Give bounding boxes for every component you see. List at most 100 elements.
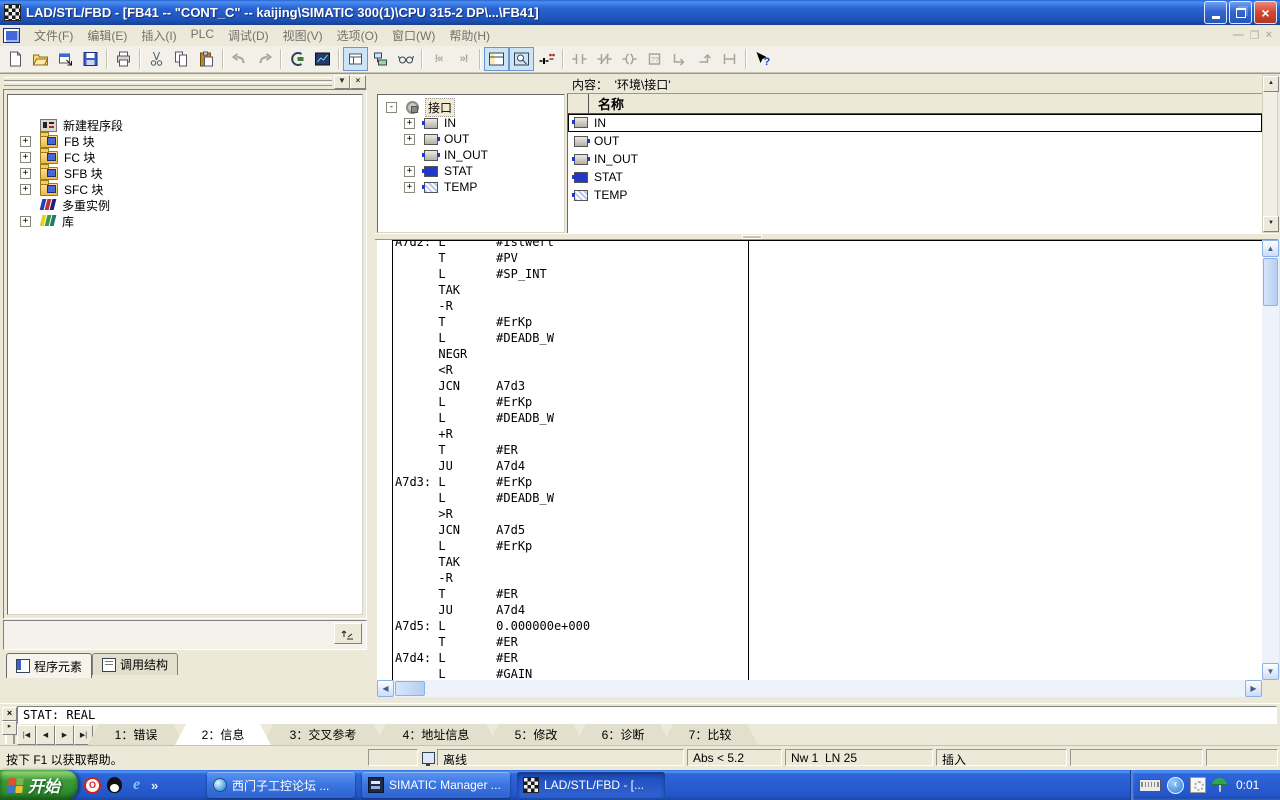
menu-item[interactable]: 窗口(W) <box>385 25 442 46</box>
message-tab[interactable]: 7：比较 <box>662 724 758 745</box>
panel-close-button[interactable]: × <box>350 75 366 89</box>
coil-button[interactable] <box>617 47 642 71</box>
save-button[interactable] <box>78 47 103 71</box>
monitor-glasses-button[interactable] <box>393 47 418 71</box>
expander-icon[interactable]: + <box>20 136 31 147</box>
tree-item[interactable]: +IN <box>378 115 564 131</box>
code-horizontal-scrollbar[interactable]: ◀ ▶ <box>377 680 1262 697</box>
vertical-scroll-thumb[interactable] <box>1263 258 1278 306</box>
restore-button[interactable] <box>1229 1 1252 24</box>
insert-network-element-button[interactable] <box>717 47 742 71</box>
tree-item[interactable]: IN_OUT <box>378 147 564 163</box>
declaration-view-toggle[interactable] <box>484 47 509 71</box>
hide-icons-chevron[interactable]: ‹ <box>1167 777 1184 794</box>
tray-app-icon[interactable] <box>1190 777 1206 793</box>
qq-icon[interactable] <box>107 777 122 793</box>
open-button[interactable] <box>28 47 53 71</box>
expander-icon[interactable]: + <box>20 152 31 163</box>
code-vertical-scrollbar[interactable]: ▲ ▼ <box>1262 240 1279 680</box>
scroll-left-icon[interactable]: ◀ <box>377 680 394 697</box>
expander-icon[interactable]: + <box>20 216 31 227</box>
symbol-view-toggle[interactable] <box>343 47 368 71</box>
stl-code-editor[interactable]: A7d2: L #Istwert T #PV L #SP_INT TAK -R … <box>377 240 1262 680</box>
expander-icon[interactable]: - <box>386 102 397 113</box>
expander-icon[interactable]: + <box>20 184 31 195</box>
quick-launch-overflow-chevron[interactable]: » <box>151 778 158 793</box>
new-button[interactable] <box>3 47 28 71</box>
mdi-close-icon[interactable]: × <box>1266 29 1272 42</box>
message-tab[interactable]: 5：修改 <box>488 724 584 745</box>
menu-item[interactable]: 视图(V) <box>276 25 330 46</box>
expander-icon[interactable]: + <box>20 168 31 179</box>
opera-icon[interactable]: O <box>84 777 101 794</box>
next-tab-icon[interactable]: ▶ <box>55 725 74 745</box>
keyboard-layout-icon[interactable] <box>1139 779 1161 792</box>
declaration-scrollbar[interactable]: ▲ ▼ <box>1262 75 1278 233</box>
menu-item[interactable]: PLC <box>184 25 221 46</box>
undo-button[interactable] <box>227 47 252 71</box>
scroll-up-icon[interactable]: ▲ <box>1263 76 1279 92</box>
declaration-row[interactable]: IN_OUT <box>568 150 1262 168</box>
context-help-button[interactable]: ? <box>750 47 775 71</box>
panel-menu-button[interactable]: ▼ <box>334 75 350 89</box>
declaration-row[interactable]: IN <box>568 114 1262 132</box>
close-branch-button[interactable] <box>692 47 717 71</box>
tab-call-structure[interactable]: 调用结构 <box>92 653 178 675</box>
message-tab[interactable]: 4：地址信息 <box>375 724 497 745</box>
tab-program-elements[interactable]: 程序元素 <box>6 653 92 678</box>
menu-item[interactable]: 选项(O) <box>330 25 385 46</box>
previous-tab-icon[interactable]: ◀ <box>36 725 55 745</box>
mdi-restore-icon[interactable]: ❐ <box>1250 29 1260 42</box>
open-block-button[interactable] <box>53 47 78 71</box>
horizontal-splitter[interactable] <box>375 233 1278 240</box>
open-branch-button[interactable] <box>667 47 692 71</box>
first-tab-icon[interactable]: |◀ <box>17 725 36 745</box>
message-tab[interactable]: 2：信息 <box>175 724 271 745</box>
cut-button[interactable] <box>144 47 169 71</box>
print-button[interactable] <box>111 47 136 71</box>
message-tab[interactable]: 1：错误 <box>88 724 184 745</box>
empty-box-button[interactable]: ?? <box>642 47 667 71</box>
message-panel-grip[interactable] <box>5 735 15 744</box>
contact-no-button[interactable] <box>567 47 592 71</box>
tree-item[interactable]: +库 <box>8 213 362 229</box>
antivirus-umbrella-icon[interactable] <box>1212 778 1228 792</box>
menu-item[interactable]: 插入(I) <box>134 25 183 46</box>
tree-item[interactable]: +FC 块 <box>8 149 362 165</box>
message-panel-close-button[interactable]: × <box>2 707 17 721</box>
close-button[interactable]: × <box>1254 1 1277 24</box>
goto-next-error-button[interactable]: »! <box>451 47 476 71</box>
expander-icon[interactable]: + <box>404 182 415 193</box>
menu-item[interactable]: 调试(D) <box>221 25 276 46</box>
internet-explorer-icon[interactable]: e <box>128 777 145 794</box>
redo-button[interactable] <box>252 47 277 71</box>
menu-item[interactable]: 文件(F) <box>27 25 80 46</box>
taskbar-window-button[interactable]: LAD/STL/FBD - [... <box>517 772 665 798</box>
minimize-button[interactable] <box>1204 1 1227 24</box>
taskbar-window-button[interactable]: SIMATIC Manager ... <box>362 772 510 798</box>
declaration-row[interactable]: TEMP <box>568 186 1262 204</box>
expander-icon[interactable]: + <box>404 166 415 177</box>
paste-button[interactable] <box>194 47 219 71</box>
scroll-down-icon[interactable]: ▼ <box>1263 216 1279 232</box>
tree-item[interactable]: +STAT <box>378 163 564 179</box>
scroll-down-icon[interactable]: ▼ <box>1262 663 1279 680</box>
tree-item-interface[interactable]: - 接口 <box>378 99 564 115</box>
tree-item[interactable]: +FB 块 <box>8 133 362 149</box>
mdi-minimize-icon[interactable]: — <box>1233 29 1244 42</box>
declaration-row[interactable]: OUT <box>568 132 1262 150</box>
monitor-button[interactable] <box>310 47 335 71</box>
tree-item[interactable]: 多重实例 <box>8 197 362 213</box>
copy-button[interactable] <box>169 47 194 71</box>
menu-item[interactable]: 编辑(E) <box>80 25 134 46</box>
panel-grip[interactable]: ▼ × <box>2 75 368 88</box>
scroll-up-icon[interactable]: ▲ <box>1262 240 1279 257</box>
expander-icon[interactable]: + <box>404 118 415 129</box>
address-info-button[interactable] <box>368 47 393 71</box>
tree-item[interactable]: +TEMP <box>378 179 564 195</box>
new-network-button[interactable] <box>534 47 559 71</box>
message-tab[interactable]: 6：诊断 <box>575 724 671 745</box>
start-button[interactable]: 开始 <box>0 770 78 800</box>
tree-item[interactable]: +SFC 块 <box>8 181 362 197</box>
mdi-child-icon[interactable] <box>3 28 20 43</box>
